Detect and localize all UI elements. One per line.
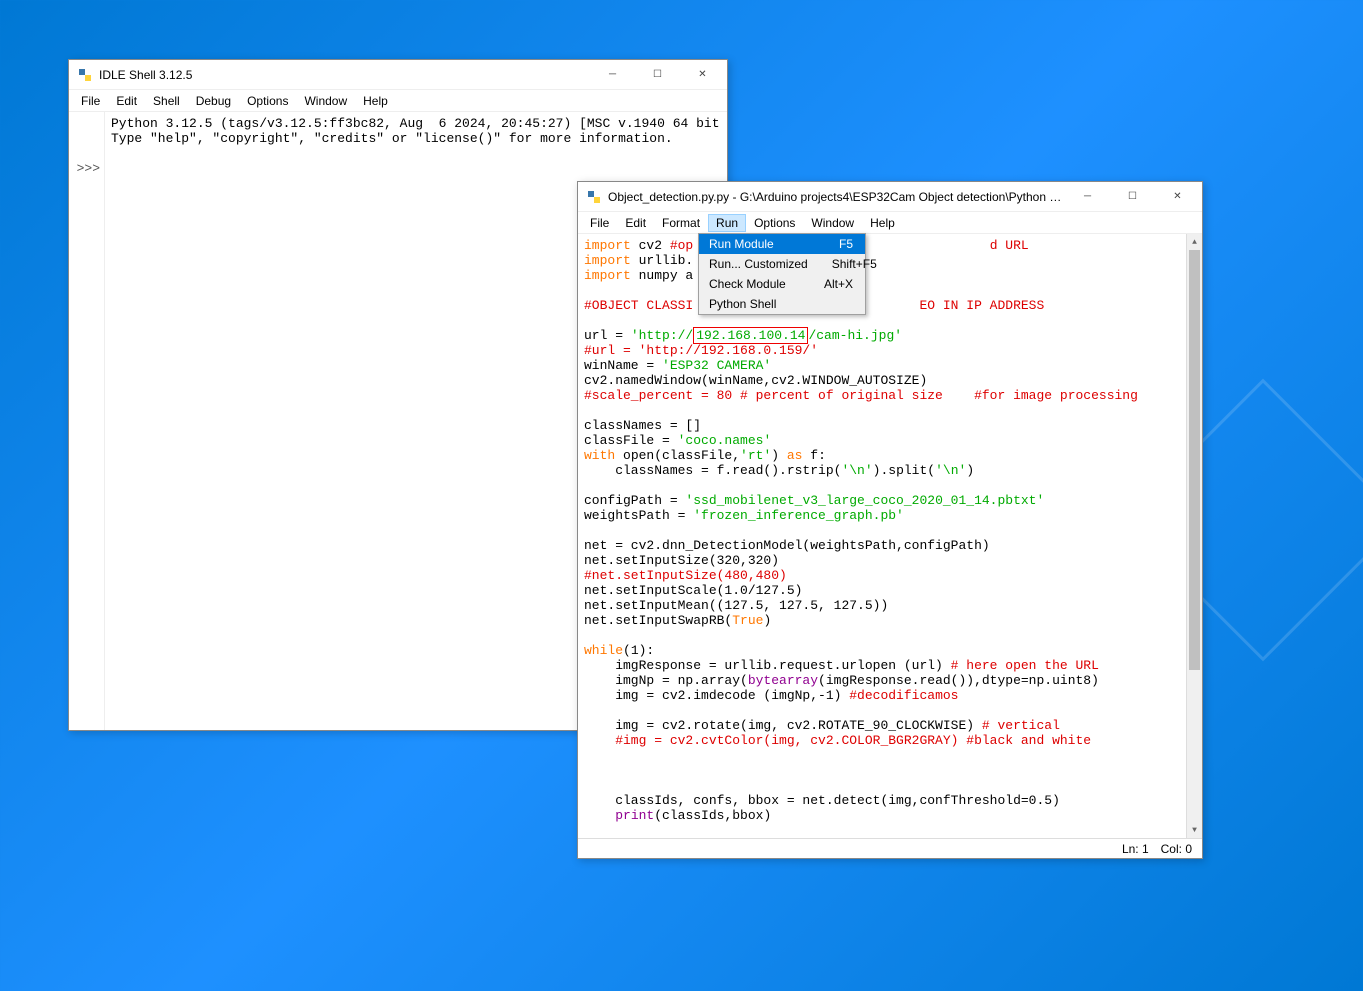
scroll-down-icon[interactable]: ▼: [1187, 822, 1202, 838]
shell-window-controls: ─ ☐ ✕: [590, 61, 725, 89]
editor-window: Object_detection.py.py - G:\Arduino proj…: [577, 181, 1203, 859]
shell-menu-window[interactable]: Window: [296, 92, 355, 110]
scroll-up-icon[interactable]: ▲: [1187, 234, 1202, 250]
run-menu-python-shell[interactable]: Python Shell: [699, 294, 865, 314]
ip-highlight: 192.168.100.14: [693, 327, 808, 344]
editor-menu-window[interactable]: Window: [803, 214, 862, 232]
minimize-button[interactable]: ─: [1065, 183, 1110, 211]
status-line: Ln: 1: [1122, 842, 1149, 856]
editor-menubar: File Edit Format Run Options Window Help: [578, 212, 1202, 234]
shell-title: IDLE Shell 3.12.5: [99, 68, 590, 82]
maximize-button[interactable]: ☐: [1110, 183, 1155, 211]
shell-menu-edit[interactable]: Edit: [108, 92, 145, 110]
shell-menu-file[interactable]: File: [73, 92, 108, 110]
maximize-button[interactable]: ☐: [635, 61, 680, 89]
editor-menu-help[interactable]: Help: [862, 214, 903, 232]
editor-menu-file[interactable]: File: [582, 214, 617, 232]
editor-content[interactable]: import cv2 #op d URL import urllib. impo…: [578, 234, 1202, 838]
run-menu-check-module[interactable]: Check ModuleAlt+X: [699, 274, 865, 294]
editor-titlebar[interactable]: Object_detection.py.py - G:\Arduino proj…: [578, 182, 1202, 212]
minimize-button[interactable]: ─: [590, 61, 635, 89]
editor-title: Object_detection.py.py - G:\Arduino proj…: [608, 190, 1065, 204]
editor-statusbar: Ln: 1 Col: 0: [578, 838, 1202, 858]
shell-menubar: File Edit Shell Debug Options Window Hel…: [69, 90, 727, 112]
run-menu-run-customized[interactable]: Run... CustomizedShift+F5: [699, 254, 865, 274]
run-menu-run-module[interactable]: Run ModuleF5: [699, 234, 865, 254]
shell-menu-options[interactable]: Options: [239, 92, 296, 110]
python-icon: [77, 67, 93, 83]
editor-scrollbar[interactable]: ▲ ▼: [1186, 234, 1202, 838]
shell-menu-help[interactable]: Help: [355, 92, 396, 110]
shell-titlebar[interactable]: IDLE Shell 3.12.5 ─ ☐ ✕: [69, 60, 727, 90]
scroll-thumb[interactable]: [1189, 250, 1200, 670]
close-button[interactable]: ✕: [1155, 183, 1200, 211]
shell-menu-debug[interactable]: Debug: [188, 92, 239, 110]
status-col: Col: 0: [1161, 842, 1192, 856]
editor-menu-run[interactable]: Run: [708, 214, 746, 232]
python-icon: [586, 189, 602, 205]
editor-text[interactable]: import cv2 #op d URL import urllib. impo…: [578, 234, 1186, 838]
run-dropdown: Run ModuleF5 Run... CustomizedShift+F5 C…: [698, 233, 866, 315]
editor-menu-format[interactable]: Format: [654, 214, 708, 232]
close-button[interactable]: ✕: [680, 61, 725, 89]
shell-menu-shell[interactable]: Shell: [145, 92, 188, 110]
shell-gutter: >>>: [69, 112, 105, 730]
editor-window-controls: ─ ☐ ✕: [1065, 183, 1200, 211]
shell-prompt: >>>: [69, 161, 100, 176]
editor-menu-options[interactable]: Options: [746, 214, 803, 232]
editor-menu-edit[interactable]: Edit: [617, 214, 654, 232]
